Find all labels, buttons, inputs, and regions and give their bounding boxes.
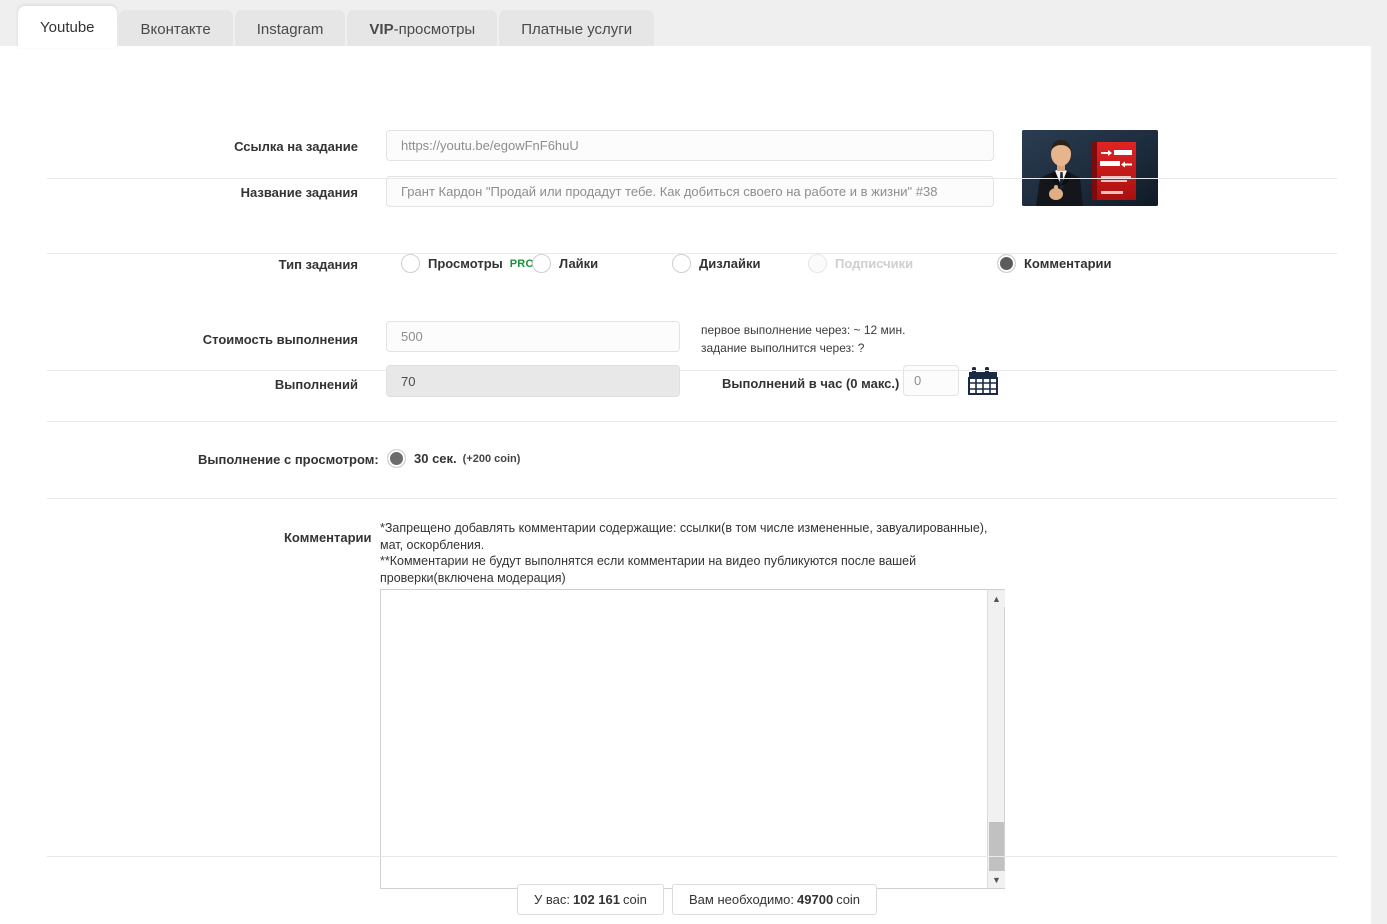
comments-warning-line-4: проверки(включена модерация): [380, 570, 566, 585]
watch-label: Выполнение с просмотром:: [198, 452, 379, 467]
comments-warning-line-3: **Комментарии не будут выполнятся если к…: [380, 554, 917, 568]
scroll-down-arrow-icon[interactable]: ▼: [988, 871, 1005, 888]
radio-dislikes-icon: [672, 254, 691, 273]
divider-6: [47, 856, 1337, 857]
tab-youtube-label: Youtube: [40, 18, 95, 36]
radio-option-dislikes[interactable]: Дизлайки: [672, 254, 761, 273]
required-button[interactable]: Вам необходимо: 49700 coin: [672, 884, 878, 915]
divider-3: [47, 370, 1337, 371]
comments-warning: *Запрещено добавлять комментарии содержа…: [380, 520, 990, 586]
divider-1: [47, 178, 1337, 179]
tab-instagram[interactable]: Instagram: [234, 10, 346, 48]
note-first-execution: первое выполнение через: ~ 12 мин.: [701, 323, 906, 337]
link-input[interactable]: [386, 130, 994, 161]
watch-bonus-label: (+200 coin): [462, 452, 521, 465]
balance-button[interactable]: У вас: 102 161 coin: [517, 884, 664, 915]
tab-vkontakte-label: Вконтакте: [140, 20, 211, 38]
tab-paid-services[interactable]: Платные услуги: [499, 10, 655, 48]
radio-option-watch-30s[interactable]: 30 сек. (+200 coin): [387, 449, 520, 468]
task-type-label: Тип задания: [278, 257, 358, 272]
required-prefix: Вам необходимо:: [689, 892, 795, 907]
comments-warning-line-1: *Запрещено добавлять комментарии содержа…: [380, 521, 988, 535]
comments-textarea[interactable]: [381, 590, 985, 888]
cost-input[interactable]: [386, 321, 680, 352]
radio-option-likes[interactable]: Лайки: [532, 254, 598, 273]
required-suffix: coin: [836, 892, 861, 907]
radio-option-comments[interactable]: Комментарии: [997, 254, 1112, 273]
balance-prefix: У вас:: [534, 892, 570, 907]
radio-likes-label: Лайки: [559, 256, 599, 271]
app-root: Youtube Вконтакте Instagram VIP-просмотр…: [0, 0, 1387, 924]
radio-views-label: Просмотры: [428, 256, 503, 271]
divider-5: [47, 498, 1337, 499]
radio-watch-sec-label: 30 сек.: [414, 451, 457, 466]
radio-comments-label: Комментарии: [1024, 256, 1112, 271]
radio-watch-icon: [387, 449, 406, 468]
tab-instagram-label: Instagram: [256, 20, 324, 38]
comments-textarea-wrapper: ▲ ▼: [380, 589, 1005, 889]
video-thumbnail: [1022, 130, 1158, 206]
divider-4: [47, 421, 1337, 422]
tab-vip-views[interactable]: VIP-просмотры: [347, 10, 498, 48]
title-label: Название задания: [240, 185, 358, 200]
radio-comments-icon: [997, 254, 1016, 273]
balance-suffix: coin: [622, 892, 647, 907]
tab-vkontakte[interactable]: Вконтакте: [118, 10, 233, 48]
note-task-finish: задание выполнится через: ?: [701, 341, 865, 355]
radio-subscribers-icon: [808, 254, 827, 273]
tab-vip-views-label: VIP-просмотры: [369, 20, 476, 38]
content-panel: Ссылка на задание Название задания: [0, 46, 1371, 924]
radio-subscribers-label: Подписчики: [835, 256, 914, 271]
radio-option-views[interactable]: Просмотры PRO: [401, 254, 534, 273]
tab-bar: Youtube Вконтакте Instagram VIP-просмотр…: [0, 0, 1387, 48]
tab-paid-services-label: Платные услуги: [521, 20, 633, 38]
link-label: Ссылка на задание: [234, 139, 358, 154]
title-input[interactable]: [386, 176, 994, 207]
radio-likes-icon: [532, 254, 551, 273]
balance-amount: 102 161: [572, 892, 620, 907]
calendar-icon[interactable]: [968, 364, 998, 396]
scrollbar-thumb[interactable]: [989, 822, 1004, 874]
comments-label: Комментарии: [284, 530, 372, 545]
required-amount: 49700: [797, 892, 834, 907]
radio-option-subscribers: Подписчики: [808, 254, 913, 273]
cost-label: Стоимость выполнения: [202, 332, 358, 347]
per-hour-label: Выполнений в час (0 макс.): [722, 376, 900, 391]
comments-warning-line-2: мат, оскорбления.: [380, 537, 485, 552]
scroll-up-arrow-icon[interactable]: ▲: [988, 590, 1005, 607]
comments-scrollbar[interactable]: ▲ ▼: [987, 590, 1005, 888]
count-label: Выполнений: [274, 377, 358, 392]
radio-views-icon: [401, 254, 420, 273]
tab-youtube[interactable]: Youtube: [18, 6, 117, 48]
radio-dislikes-label: Дизлайки: [699, 256, 761, 271]
divider-2: [47, 253, 1337, 254]
pro-badge: PRO: [509, 257, 535, 270]
